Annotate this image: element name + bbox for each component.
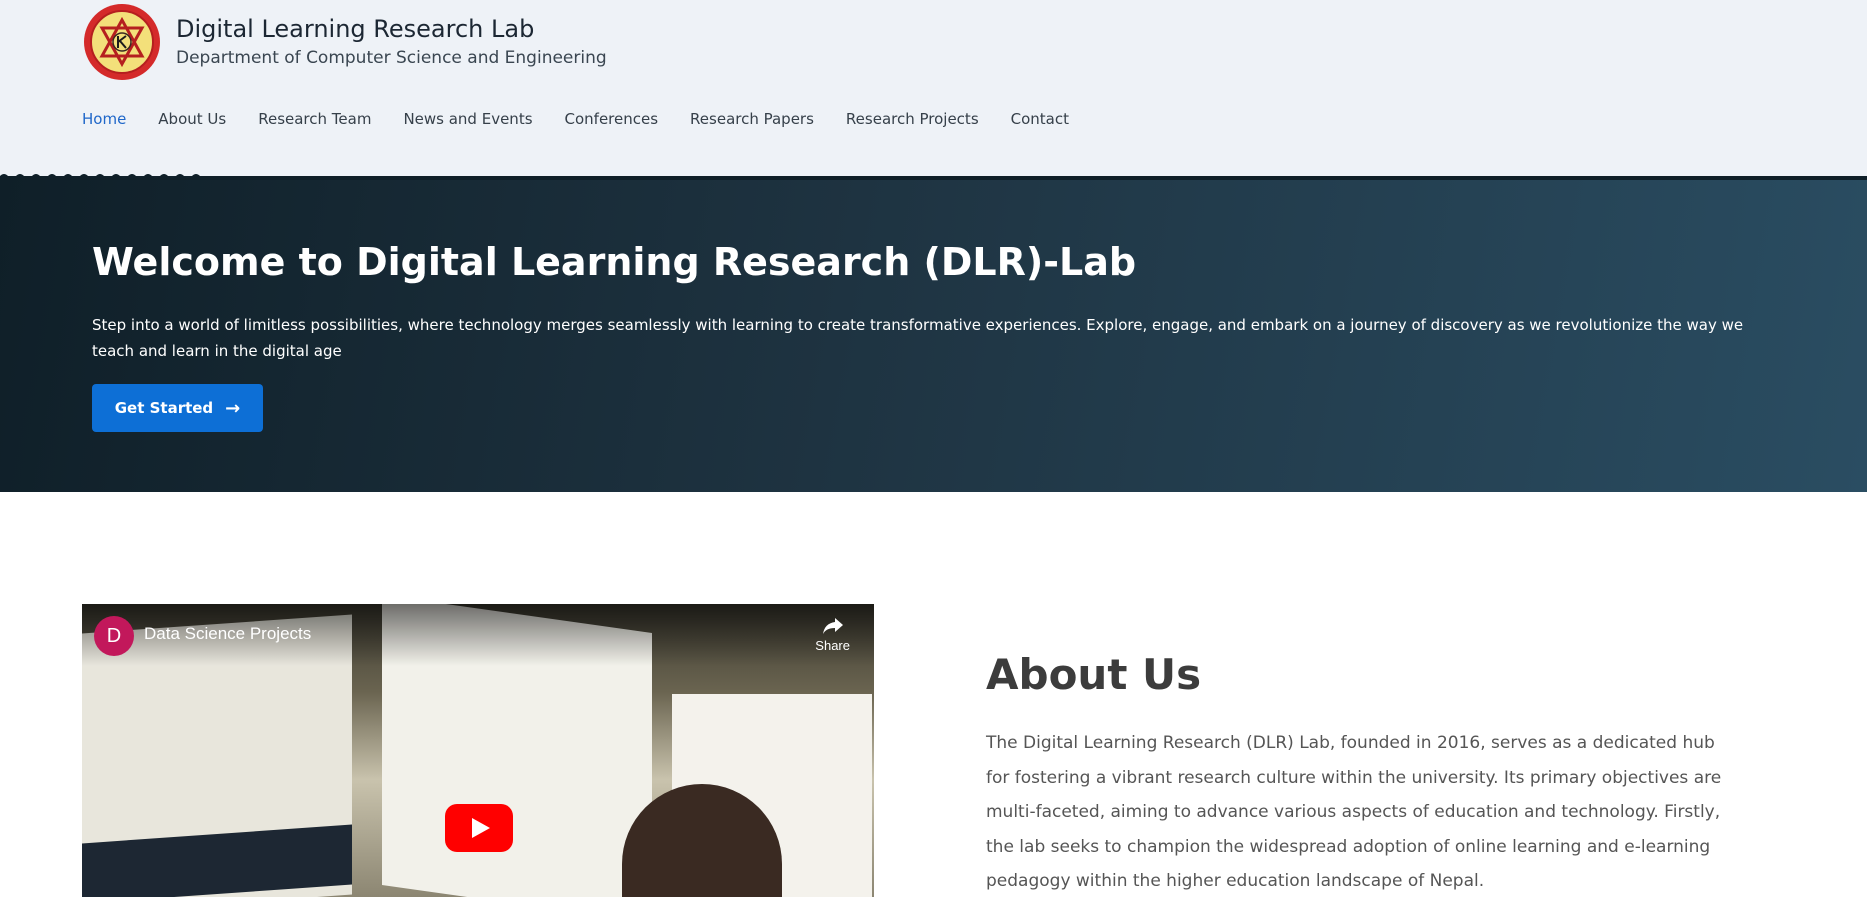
wave-divider — [0, 174, 1867, 180]
share-button[interactable]: Share — [815, 616, 850, 653]
arrow-right-icon: → — [225, 397, 241, 419]
nav-research-papers[interactable]: Research Papers — [690, 106, 814, 132]
about-title: About Us — [986, 650, 1202, 699]
channel-avatar[interactable]: D — [94, 616, 134, 656]
play-icon[interactable] — [445, 804, 513, 852]
nav-research-projects[interactable]: Research Projects — [846, 106, 979, 132]
hero-title: Welcome to Digital Learning Research (DL… — [92, 240, 1137, 284]
video-player[interactable]: D Data Science Projects Share — [82, 604, 874, 897]
video-title[interactable]: Data Science Projects — [144, 624, 311, 644]
hero-section: Welcome to Digital Learning Research (DL… — [0, 176, 1867, 492]
university-logo-icon — [84, 4, 160, 80]
get-started-button[interactable]: Get Started → — [92, 384, 263, 432]
site-subtitle: Department of Computer Science and Engin… — [176, 48, 607, 68]
nav-about-us[interactable]: About Us — [158, 106, 226, 132]
share-label: Share — [815, 638, 850, 653]
nav-contact[interactable]: Contact — [1011, 106, 1069, 132]
share-icon — [822, 618, 843, 634]
main-nav: Home About Us Research Team News and Eve… — [82, 106, 1101, 132]
hero-text: Step into a world of limitless possibili… — [92, 316, 1744, 360]
nav-research-team[interactable]: Research Team — [258, 106, 371, 132]
about-text: The Digital Learning Research (DLR) Lab,… — [986, 733, 1722, 891]
nav-conferences[interactable]: Conferences — [565, 106, 659, 132]
nav-home[interactable]: Home — [82, 106, 126, 132]
nav-news-and-events[interactable]: News and Events — [403, 106, 532, 132]
brand[interactable]: Digital Learning Research Lab Department… — [82, 2, 607, 82]
site-title: Digital Learning Research Lab — [176, 15, 535, 43]
site-header: Digital Learning Research Lab Department… — [0, 0, 1867, 176]
get-started-label: Get Started — [114, 399, 214, 417]
